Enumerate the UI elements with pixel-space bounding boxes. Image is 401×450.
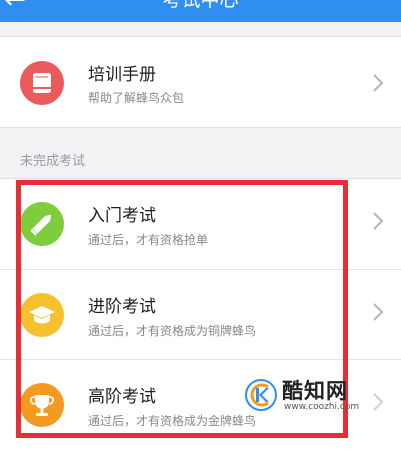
chevron-right-icon bbox=[373, 393, 384, 411]
watermark-logo-icon bbox=[245, 379, 277, 411]
exam-item-entry[interactable]: 入门考试 通过后，才有资格抢单 bbox=[0, 179, 401, 269]
chevron-right-icon bbox=[373, 74, 384, 92]
back-arrow-icon[interactable]: ← bbox=[4, 0, 26, 15]
exam-subtitle: 通过后，才有资格成为金牌蜂鸟 bbox=[88, 414, 257, 428]
trophy-icon-svg bbox=[20, 383, 64, 427]
exam-subtitle: 通过后，才有资格抢单 bbox=[88, 233, 209, 247]
top-bar: ← 考试中心 bbox=[0, 0, 401, 22]
watermark-name: 酷知网 bbox=[282, 379, 348, 403]
watermark-url: www.coozhi.com bbox=[284, 402, 360, 412]
training-manual-item[interactable]: 培训手册 帮助了解蜂鸟众包 bbox=[0, 36, 401, 128]
pencil-icon-svg bbox=[20, 202, 64, 246]
graduation-cap-icon-svg bbox=[20, 293, 64, 337]
book-icon-svg bbox=[20, 61, 64, 105]
watermark: 酷知网 www.coozhi.com bbox=[244, 372, 362, 418]
manual-subtitle: 帮助了解蜂鸟众包 bbox=[88, 91, 185, 105]
exam-subtitle: 通过后，才有资格成为铜牌蜂鸟 bbox=[88, 324, 257, 338]
chevron-right-icon bbox=[373, 212, 384, 230]
trophy-icon bbox=[20, 383, 64, 427]
exam-item-advanced[interactable]: 进阶考试 通过后，才有资格成为铜牌蜂鸟 bbox=[0, 269, 401, 359]
book-icon bbox=[20, 61, 64, 105]
pencil-icon bbox=[20, 202, 64, 246]
graduation-cap-icon bbox=[20, 293, 64, 337]
page-title: 考试中心 bbox=[162, 0, 239, 11]
manual-title: 培训手册 bbox=[88, 65, 156, 85]
exam-title: 进阶考试 bbox=[88, 297, 156, 317]
exam-title: 高阶考试 bbox=[88, 387, 156, 407]
section-label: 未完成考试 bbox=[20, 154, 86, 169]
chevron-right-icon bbox=[373, 303, 384, 321]
exam-title: 入门考试 bbox=[88, 206, 156, 226]
